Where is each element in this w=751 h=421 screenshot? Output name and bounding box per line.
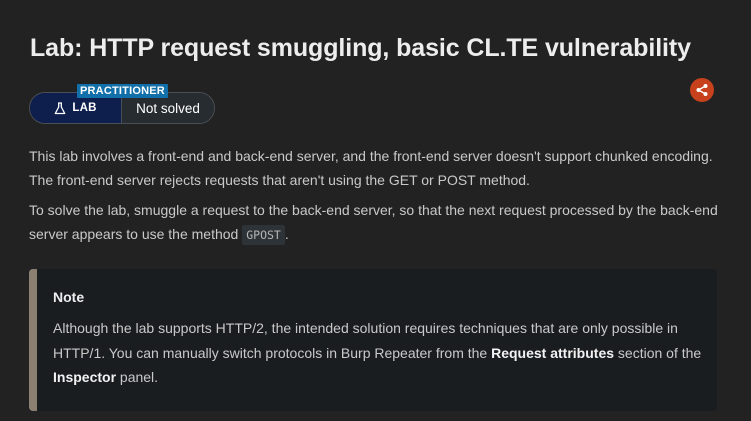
share-icon xyxy=(695,83,709,97)
note-title: Note xyxy=(53,289,85,305)
share-button[interactable] xyxy=(690,78,714,102)
note-text: panel. xyxy=(116,369,159,385)
note-callout: Note Although the lab supports HTTP/2, t… xyxy=(29,269,717,411)
lab-objective: To solve the lab, smuggle a request to t… xyxy=(29,198,719,247)
lab-status-badge: LAB Not solved PRACTITIONER xyxy=(29,84,215,124)
note-text: section of the xyxy=(614,344,702,361)
note-body: Although the lab supports HTTP/2, the in… xyxy=(53,316,703,390)
flask-icon xyxy=(54,101,66,115)
note-bold-inspector: Inspector xyxy=(53,369,117,385)
page-title: Lab: HTTP request smuggling, basic CL.TE… xyxy=(30,34,691,62)
lab-label: LAB xyxy=(72,102,97,114)
difficulty-level-tag: PRACTITIONER xyxy=(77,84,168,98)
objective-text-end: . xyxy=(284,226,289,242)
method-code: GPOST xyxy=(242,225,285,245)
objective-text: To solve the lab, smuggle a request to t… xyxy=(29,202,718,242)
note-bold-request-attributes: Request attributes xyxy=(491,344,615,361)
lab-description: This lab involves a front-end and back-e… xyxy=(29,148,713,188)
